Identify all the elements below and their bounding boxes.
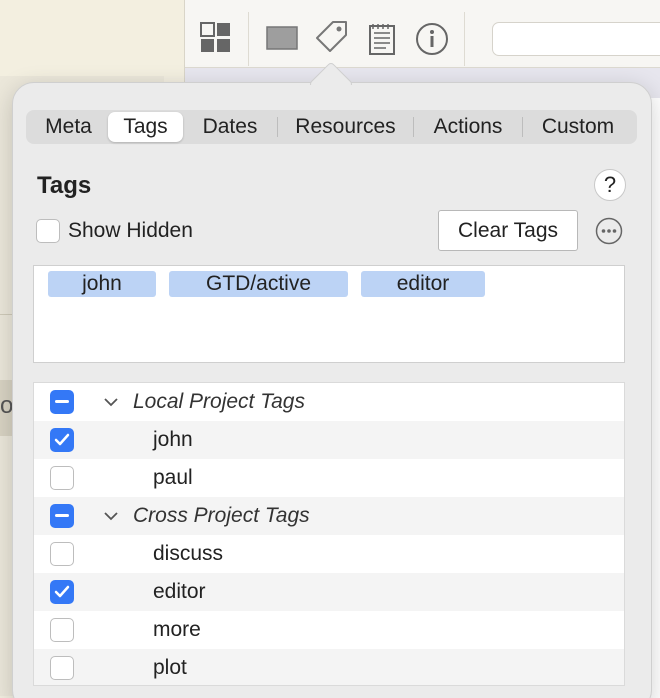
show-hidden-checkbox[interactable] (36, 219, 60, 243)
popover-arrow (308, 59, 354, 85)
tree-group-row[interactable]: Local Project Tags (34, 383, 624, 421)
show-hidden-label: Show Hidden (68, 219, 193, 242)
tag-label: editor (153, 580, 206, 603)
notes-icon[interactable] (368, 22, 396, 61)
tag-label: john (153, 428, 193, 451)
more-options-icon[interactable] (595, 217, 623, 245)
clear-tags-button[interactable]: Clear Tags (438, 210, 578, 251)
tag-label: plot (153, 656, 187, 679)
info-icon[interactable] (415, 22, 449, 61)
tree-item-row[interactable]: editor (34, 573, 624, 611)
rectangle-icon[interactable] (266, 26, 298, 55)
chevron-down-icon[interactable] (102, 393, 120, 411)
tree-item-row[interactable]: john (34, 421, 624, 459)
tag-checkbox[interactable] (50, 580, 74, 604)
grid-view-icon[interactable] (200, 22, 232, 59)
tag-checkbox[interactable] (50, 542, 74, 566)
tag-icon[interactable] (315, 20, 349, 59)
show-hidden-toggle[interactable]: Show Hidden (36, 219, 193, 243)
tag-checkbox[interactable] (50, 428, 74, 452)
panel-title: Tags (37, 172, 92, 199)
tag-chip[interactable]: john (48, 271, 156, 297)
tab-custom[interactable]: Custom (523, 112, 633, 142)
tab-actions[interactable]: Actions (414, 112, 522, 142)
group-label: Local Project Tags (133, 390, 305, 413)
tree-item-row[interactable]: discuss (34, 535, 624, 573)
toolbar-separator (464, 12, 465, 66)
group-label: Cross Project Tags (133, 504, 310, 527)
applied-tags-field[interactable]: john GTD/active editor (33, 265, 625, 363)
chevron-down-icon[interactable] (102, 507, 120, 525)
toolbar-separator (248, 12, 249, 66)
background-sidebar-top (0, 0, 184, 76)
tag-chip[interactable]: editor (361, 271, 485, 297)
tree-item-row[interactable]: plot (34, 649, 624, 685)
tab-dates[interactable]: Dates (183, 112, 277, 142)
tree-group-row[interactable]: Cross Project Tags (34, 497, 624, 535)
tag-label: paul (153, 466, 193, 489)
tag-checkbox[interactable] (50, 656, 74, 680)
help-button[interactable]: ? (594, 169, 626, 201)
tree-item-row[interactable]: more (34, 611, 624, 649)
tab-tags[interactable]: Tags (108, 112, 183, 142)
inspector-tabs: Meta Tags Dates Resources Actions Custom (26, 110, 637, 144)
tag-tree: Local Project Tags john paul Cross Proje… (33, 382, 625, 686)
tag-chip[interactable]: GTD/active (169, 271, 348, 297)
group-mixed-checkbox[interactable] (50, 504, 74, 528)
tag-checkbox[interactable] (50, 466, 74, 490)
tree-item-row[interactable]: paul (34, 459, 624, 497)
tag-checkbox[interactable] (50, 618, 74, 642)
tag-label: discuss (153, 542, 224, 565)
tab-meta[interactable]: Meta (29, 112, 108, 142)
group-mixed-checkbox[interactable] (50, 390, 74, 414)
search-input[interactable] (492, 22, 660, 56)
tag-label: more (153, 618, 201, 641)
tab-resources[interactable]: Resources (278, 112, 413, 142)
